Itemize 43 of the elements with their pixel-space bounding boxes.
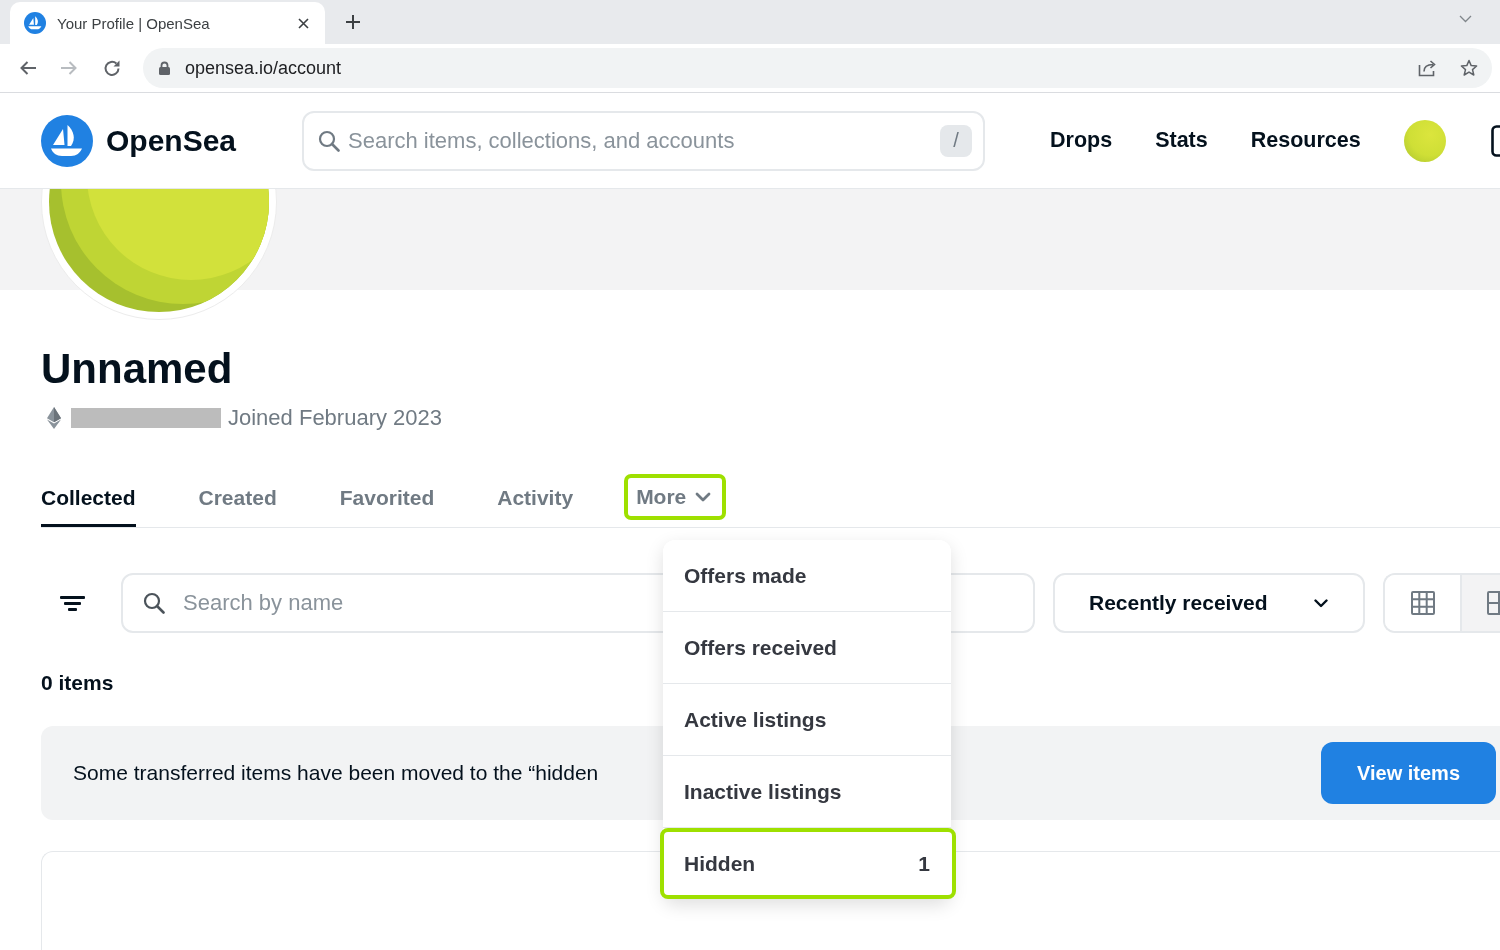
diamond-icon xyxy=(47,407,61,429)
partial-icon[interactable] xyxy=(1490,124,1500,157)
star-icon[interactable] xyxy=(1460,59,1478,77)
menu-item[interactable]: Inactive listings xyxy=(663,756,951,828)
menu-item[interactable]: Hidden 1 xyxy=(660,828,956,899)
share-icon[interactable] xyxy=(1418,59,1437,77)
shortcut-key: / xyxy=(940,124,972,157)
profile-name: Unnamed xyxy=(41,344,233,394)
chevron-down-icon[interactable] xyxy=(1459,15,1472,23)
address-bar[interactable]: opensea.io/account xyxy=(143,48,1492,88)
nav-link[interactable]: Resources xyxy=(1250,128,1361,153)
profile-tab[interactable]: Favorited xyxy=(339,474,435,527)
filter-icon[interactable] xyxy=(59,595,85,611)
profile-tab[interactable]: Created xyxy=(198,474,277,527)
search-icon xyxy=(143,592,165,614)
profile-tab[interactable]: Activity xyxy=(497,474,574,527)
menu-item[interactable]: Offers made xyxy=(663,540,951,612)
reload-icon[interactable] xyxy=(103,59,121,77)
browser-tab[interactable]: Your Profile | OpenSea xyxy=(10,2,325,44)
nav-link[interactable]: Stats xyxy=(1155,128,1208,153)
close-icon[interactable] xyxy=(298,17,309,29)
large-grid-icon xyxy=(1487,591,1500,615)
grid-icon xyxy=(1410,591,1435,615)
menu-item[interactable]: Active listings xyxy=(663,684,951,756)
notice-text: Some transferred items have been moved to the “hidden xyxy=(73,761,599,785)
view-option-button[interactable] xyxy=(1460,575,1500,631)
chevron-down-icon xyxy=(1314,598,1328,608)
view-items-button[interactable]: View items xyxy=(1321,742,1496,804)
home-link[interactable]: OpenSea xyxy=(41,114,238,167)
item-count: 0 items xyxy=(41,671,114,695)
sort-dropdown[interactable]: Recently received xyxy=(1053,573,1365,633)
profile-tab[interactable]: More xyxy=(624,474,727,520)
back-arrow-icon[interactable] xyxy=(19,60,37,76)
joined-date: Joined February 2023 xyxy=(228,405,443,431)
profile-tab[interactable]: Collected xyxy=(41,474,136,527)
chevron-down-icon xyxy=(695,492,712,502)
plus-icon[interactable] xyxy=(345,14,361,30)
search-icon xyxy=(318,129,340,152)
nav-link[interactable]: Drops xyxy=(1050,128,1113,153)
favicon-icon xyxy=(24,12,46,34)
logo-icon xyxy=(41,114,93,167)
lock-icon[interactable] xyxy=(159,61,170,75)
menu-item[interactable]: Offers received xyxy=(663,612,951,684)
